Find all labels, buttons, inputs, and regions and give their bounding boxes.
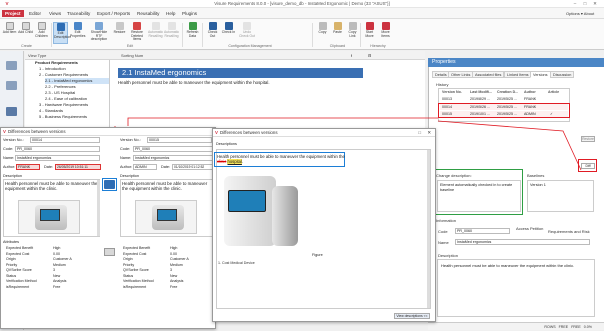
left-author-label: Author: [3, 165, 16, 169]
mid-code-label: Code: [120, 147, 131, 151]
mid-code-field: PR_0060 [133, 146, 213, 152]
left-code-field: PR_0060 [15, 146, 100, 152]
diff-dialog-right-title: V Differences between versions □ ✕ [213, 129, 435, 137]
attr-value: Free [53, 284, 61, 289]
left-name-field: InstaMed ergonomics [15, 155, 100, 161]
left-description-scrollbar[interactable] [97, 180, 100, 236]
dialog-close-icon[interactable]: ✕ [427, 129, 431, 137]
left-date-field: 26/05/2019 10:51:11 [55, 164, 101, 170]
mid-date-field: 01/10/2019 01:12:52 [172, 164, 214, 170]
mid-name-field: InstaMed ergonomics [133, 155, 213, 161]
attr-name: Expected Cost [123, 251, 147, 256]
diff-dialog-left-title: V Differences between versions [1, 128, 215, 136]
attr-name: isRequirement [6, 284, 30, 289]
left-device-image [18, 200, 80, 234]
mid-author-field: ADMIN [133, 164, 157, 170]
left-author-field: FRANK [16, 164, 40, 170]
left-description-label: Description [3, 174, 22, 178]
right-descriptions-label: Descriptions [216, 142, 237, 146]
left-version-label: Version No.: [3, 138, 24, 142]
attr-name: QVScribe Score [123, 268, 149, 272]
mid-description-label: Description [120, 174, 139, 178]
swap-icon[interactable] [104, 248, 115, 256]
attr-name: QVScribe Score [6, 268, 32, 272]
view-descriptions-button[interactable]: View descriptions << [394, 313, 430, 319]
attr-name: Expected Cost [6, 251, 30, 256]
dialog-maximize-icon[interactable]: □ [418, 129, 421, 137]
diff-inserted-text: hospital [227, 159, 242, 164]
attr-name: Status [123, 273, 134, 278]
mid-version-label: Version No.: [120, 138, 141, 142]
mid-date-label: Date: [161, 165, 171, 169]
left-name-label: Name: [3, 156, 15, 160]
mid-attributes-table: Expected Benefit High Expected Cost 0.00 O… [123, 246, 213, 298]
left-attributes-label: Attributes [3, 240, 20, 244]
left-date-label: Date: [44, 165, 54, 169]
attr-name: Expected Benefit [6, 246, 34, 250]
diff-dialog-left-title-text: Differences between versions [8, 129, 66, 134]
mid-name-label: Name: [120, 156, 132, 160]
attr-name: Verification Method [6, 279, 37, 283]
attr-name: Expected Benefit [123, 246, 151, 250]
left-version-field: 00014 [30, 137, 100, 143]
attr-name: isRequirement [123, 284, 147, 289]
attr-name: Origin [123, 257, 133, 261]
diff-text: Health personnel must be able to maneuve… [217, 154, 345, 164]
attr-value: Free [170, 284, 178, 289]
mid-device-image [135, 200, 197, 234]
right-device-image [222, 176, 302, 248]
left-code-label: Code: [3, 147, 14, 151]
diff-deleted-text: clinic [217, 159, 227, 164]
mid-description-box: Health personnel must be able to maneuve… [120, 179, 213, 237]
compare-sync-highlight [102, 178, 117, 191]
mid-description-text: Health personnel must be able to maneuve… [122, 181, 208, 192]
right-description-scrollbar[interactable] [427, 150, 430, 308]
attr-name: Priority [6, 262, 18, 267]
attr-name: Verification Method [123, 279, 154, 283]
diff-dialog-right-title-text: Differences between versions [220, 130, 278, 135]
mid-author-label: Author: [120, 165, 133, 169]
left-description-box: Health personnel must be able to maneuve… [3, 179, 100, 237]
attr-name: Priority [123, 262, 135, 267]
figure-caption: Figure [312, 253, 323, 257]
left-attributes-table: Expected Benefit High Expected Cost 0.00 O… [6, 246, 100, 298]
figure-footnote: 1. Cost Medical Device [218, 261, 255, 265]
attr-name: Origin [6, 257, 16, 261]
mid-version-field: 00015 [147, 137, 212, 143]
left-description-text: Health personnel must be able to maneuve… [5, 181, 98, 192]
attr-name: Status [6, 273, 17, 278]
